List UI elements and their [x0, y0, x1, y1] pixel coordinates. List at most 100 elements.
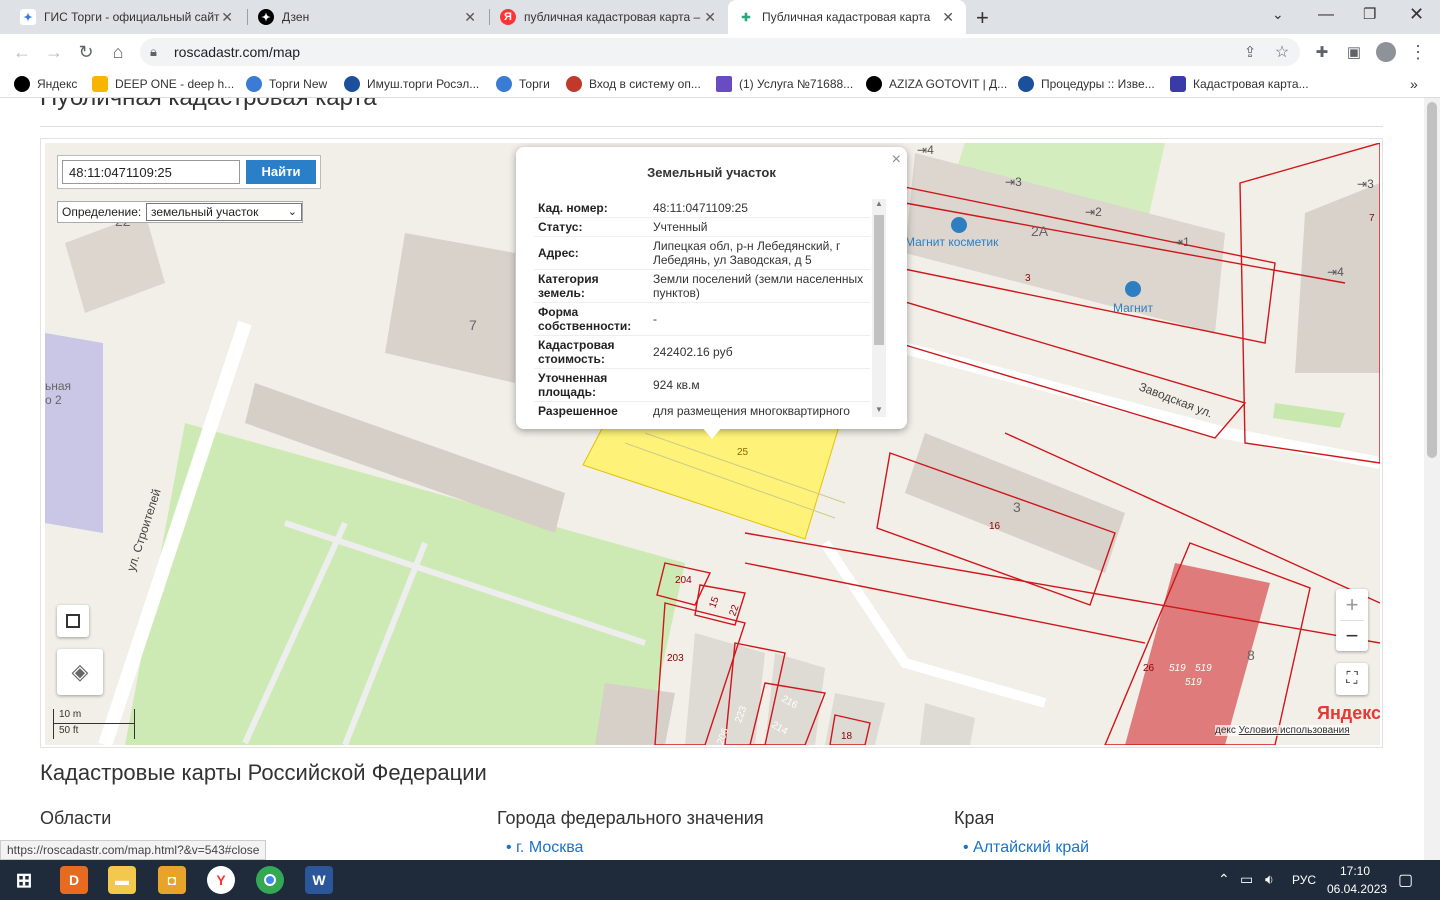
app-icon[interactable]: D: [60, 866, 88, 894]
layers-button[interactable]: ◈: [57, 649, 103, 695]
school-building: [45, 333, 103, 533]
poi-magnit-kosmetik[interactable]: Магнит косметик: [905, 217, 998, 249]
more-bookmarks-icon[interactable]: »: [1410, 75, 1418, 93]
parcel-number[interactable]: 519: [1185, 677, 1202, 688]
scroll-thumb[interactable]: [1427, 102, 1437, 458]
parcel-number[interactable]: 26: [1143, 663, 1154, 674]
language-indicator[interactable]: РУС: [1292, 873, 1316, 887]
fullscreen-icon: ⛶: [1346, 670, 1358, 687]
parcel-number[interactable]: 18: [841, 731, 852, 742]
zoom-in-button[interactable]: +: [1346, 590, 1359, 620]
word-icon[interactable]: W: [305, 866, 333, 894]
selected-parcel: [582, 422, 841, 540]
forward-icon[interactable]: →: [42, 40, 66, 64]
address-bar[interactable]: 🔒︎ roscadastr.com/map: [140, 38, 1300, 66]
restore-icon[interactable]: ❐: [1363, 5, 1376, 23]
bookmark-star-icon[interactable]: ☆: [1270, 40, 1294, 64]
parcel-number[interactable]: 25: [737, 447, 748, 458]
tab-cadastral-map[interactable]: ✚ Публичная кадастровая карта ✕: [728, 0, 966, 34]
tab-dzen[interactable]: ✦ Дзен ✕: [248, 0, 488, 34]
attribution: декс Условия использования: [1215, 725, 1350, 736]
bookmark-torgi-new[interactable]: Торги New: [246, 75, 327, 93]
menu-icon[interactable]: ⋮: [1406, 40, 1430, 64]
yandex-icon: [14, 76, 30, 92]
tab-gis-torgi[interactable]: ✦ ГИС Торги - официальный сайт ✕: [10, 0, 245, 34]
new-tab-icon[interactable]: +: [976, 5, 989, 31]
scale-feet: 50 ft: [59, 725, 79, 736]
dzen-icon: ✦: [258, 9, 274, 25]
start-icon[interactable]: ⊞: [10, 866, 38, 894]
clock-date[interactable]: 06.04.2023: [1327, 882, 1387, 896]
notifications-icon[interactable]: ▢: [1398, 870, 1413, 890]
folder-icon[interactable]: ▬: [108, 866, 136, 894]
building-number: 7: [469, 317, 477, 333]
gis-torgi-icon: [496, 76, 512, 92]
link-altai[interactable]: Алтайский край: [973, 839, 1089, 856]
tab-label: публичная кадастровая карта –: [524, 10, 701, 24]
parcel-number[interactable]: 16: [989, 521, 1000, 532]
map-view[interactable]: Магнит косметик Магнит Заводская ул. ул.…: [45, 143, 1380, 745]
parcel-number[interactable]: 7: [1369, 213, 1375, 224]
archive-icon[interactable]: ◘: [158, 866, 186, 894]
bookmark-login[interactable]: Вход в систему оп...: [566, 75, 701, 93]
terms-link[interactable]: Условия использования: [1239, 725, 1350, 736]
poi-magnit[interactable]: Магнит: [1113, 281, 1153, 315]
bookmark-aziza[interactable]: AZIZA GOTOVIT | Д...: [866, 75, 1007, 93]
popup-scrollbar[interactable]: ▲ ▼: [872, 199, 886, 417]
parcel-number[interactable]: 3: [1025, 273, 1031, 284]
parcel-number[interactable]: 204: [675, 575, 692, 586]
fullscreen-button[interactable]: ⛶: [1336, 663, 1368, 695]
home-icon[interactable]: ⌂: [106, 40, 130, 64]
find-button[interactable]: Найти: [246, 160, 316, 184]
ruler-button[interactable]: [57, 605, 89, 637]
close-icon[interactable]: ✕: [704, 9, 716, 26]
minimize-icon[interactable]: —: [1318, 6, 1334, 24]
tray-chevron-icon[interactable]: ⌃: [1218, 871, 1230, 888]
entrance-icon: ⇥: [1327, 265, 1338, 279]
scroll-thumb[interactable]: [874, 215, 884, 345]
bookmark-procedury[interactable]: Процедуры :: Изве...: [1018, 75, 1155, 93]
back-icon[interactable]: ←: [10, 40, 34, 64]
parcel-number[interactable]: 519: [1195, 663, 1212, 674]
chrome-icon[interactable]: [256, 866, 284, 894]
popup-pointer: [702, 427, 722, 439]
tab-yandex-search[interactable]: Я публичная кадастровая карта – ✕: [490, 0, 728, 34]
list-item[interactable]: • Алтайский край: [963, 839, 1089, 857]
close-icon[interactable]: ✕: [464, 9, 476, 26]
volume-icon[interactable]: 🔉︎: [1265, 871, 1274, 888]
profile-icon[interactable]: [1374, 40, 1398, 64]
side-panel-icon[interactable]: ▣: [1342, 40, 1366, 64]
page-scrollbar[interactable]: [1424, 98, 1440, 860]
definition-select[interactable]: земельный участок ⌄: [146, 203, 302, 221]
windows-taskbar: ⊞ D ▬ ◘ Y W ⌃ ▭ 🔉︎ РУС 17:10 06.04.2023 …: [0, 860, 1440, 900]
scroll-down-icon[interactable]: ▼: [875, 405, 883, 414]
scroll-up-icon[interactable]: ▲: [875, 199, 883, 208]
clock-time[interactable]: 17:10: [1340, 864, 1370, 878]
parcel-number[interactable]: 519: [1169, 663, 1186, 674]
yandex-logo: Яндекс: [1317, 703, 1380, 723]
popup-title: Земельный участок: [647, 165, 776, 180]
parcel-number[interactable]: 203: [667, 653, 684, 664]
network-icon[interactable]: ▭: [1240, 871, 1253, 888]
close-icon[interactable]: ✕: [942, 9, 954, 26]
close-icon[interactable]: ×: [892, 151, 901, 169]
bookmark-usluga[interactable]: (1) Услуга №71688...: [716, 75, 853, 93]
link-moscow[interactable]: г. Москва: [516, 839, 583, 856]
building-bottom: [595, 683, 675, 745]
extensions-icon[interactable]: ✚: [1310, 40, 1334, 64]
bookmark-torgi[interactable]: Торги: [496, 75, 550, 93]
bookmark-deep-one[interactable]: DEEP ONE - deep h...: [92, 75, 234, 93]
share-icon[interactable]: ⇪: [1238, 40, 1262, 64]
bookmark-yandex[interactable]: Яндекс: [14, 75, 77, 93]
reload-icon[interactable]: ↻: [74, 40, 98, 64]
house-number: ⇥4: [917, 143, 934, 157]
close-window-icon[interactable]: ✕: [1409, 4, 1424, 25]
tab-search-chevron-icon[interactable]: ⌄: [1272, 6, 1284, 23]
bookmark-kadastr[interactable]: Кадастровая карта...: [1170, 75, 1309, 93]
yandex-browser-icon[interactable]: Y: [207, 866, 235, 894]
bookmark-imush-torgi[interactable]: Имуш.торги Росэл...: [344, 75, 479, 93]
close-icon[interactable]: ✕: [221, 9, 233, 26]
zoom-out-button[interactable]: −: [1346, 621, 1359, 651]
list-item[interactable]: • г. Москва: [506, 839, 583, 857]
cadastral-number-input[interactable]: [62, 160, 240, 184]
